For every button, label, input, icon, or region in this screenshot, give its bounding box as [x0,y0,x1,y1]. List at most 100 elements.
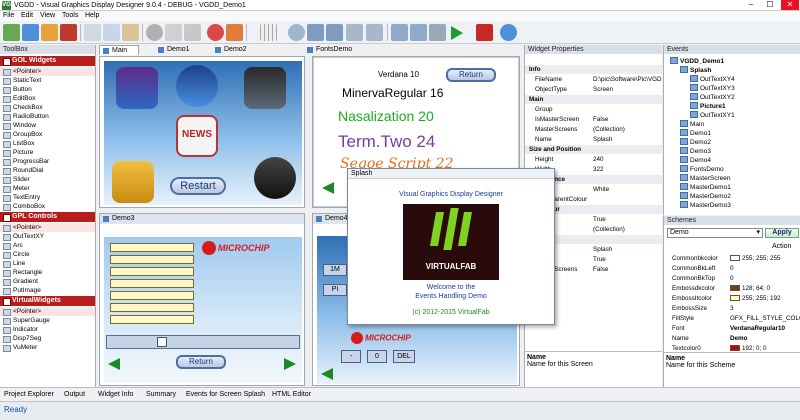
property-row[interactable]: Group [525,105,662,114]
scheme-property-value[interactable]: 0 [730,264,800,273]
tab-fontsdemo[interactable]: FontsDemo [304,45,364,55]
property-value[interactable]: (Collection) [593,225,662,234]
scheme-row[interactable]: Font VerdanaRegular10 [664,324,800,333]
property-value[interactable]: True [593,215,662,224]
scheme-row[interactable]: Commonbkcolor 255; 255; 255 [664,254,800,263]
keypad-del-button[interactable]: DEL [393,350,415,363]
toolbox-item[interactable]: Button [0,85,95,94]
scheme-select[interactable]: Demo ▾ [667,228,763,238]
align-right-icon[interactable] [366,24,383,41]
games-app-icon[interactable] [116,67,158,109]
scheme-property-value[interactable]: 255; 255; 255 [730,254,800,263]
grid-icon[interactable] [260,24,277,41]
toolbox-item[interactable]: Line [0,259,95,268]
menu-file[interactable]: File [3,11,14,21]
maximize-icon[interactable]: ☐ [761,0,779,10]
toolbox-group-header[interactable]: GOL Widgets [0,56,95,66]
tree-node[interactable]: VGDD_Demo1 [670,57,724,66]
toolbox-item[interactable]: ComboBox [0,202,95,211]
toolbox-item[interactable]: <Pointer> [0,223,95,232]
property-value[interactable]: (Collection) [593,125,662,134]
demo3-editbox[interactable] [110,243,194,252]
scheme-row[interactable]: Name Demo [664,334,800,343]
scheme-property-value[interactable]: VerdanaRegular10 [730,324,800,333]
toolbox-item[interactable]: Arc [0,241,95,250]
toolbox-item[interactable]: TextEntry [0,193,95,202]
tree-node[interactable]: OutTextXY4 [690,75,735,84]
demo3-editbox[interactable] [110,267,194,276]
tree-node[interactable]: OutTextXY1 [690,111,735,120]
back-arrow-icon[interactable] [321,368,333,380]
tree-node[interactable]: MasterDemo3 [680,201,731,210]
scheme-property-value[interactable]: 255; 255; 192 [730,294,800,303]
close-icon[interactable]: ✕ [781,0,799,10]
move-icon[interactable] [410,24,427,41]
tree-node[interactable]: Demo2 [680,138,711,147]
menu-tools[interactable]: Tools [62,11,78,21]
toolbox-item[interactable]: Rectangle [0,268,95,277]
toolbox-item[interactable]: PutImage [0,286,95,295]
property-row[interactable]: ObjectType Screen [525,85,662,94]
open-icon[interactable] [22,24,39,41]
scheme-property-value[interactable]: 3 [730,304,800,313]
property-value[interactable]: D:\pic\Software\Pic\VGDD [593,75,662,84]
fonts-return-button[interactable]: Return [446,68,496,82]
zoom-icon[interactable] [288,24,305,41]
toolbox-item[interactable]: <Pointer> [0,67,95,76]
apply-button[interactable]: Apply [765,228,799,238]
redo-icon[interactable] [207,24,224,41]
slider-thumb[interactable] [157,337,167,347]
menu-help[interactable]: Help [85,11,99,21]
property-value[interactable]: Splash [593,245,662,254]
tab-main[interactable]: Main [99,45,139,55]
toolbox-item[interactable]: SuperGauge [0,316,95,325]
tree-node[interactable]: Picture1 [690,102,726,111]
toolbox-item[interactable]: GroupBox [0,130,95,139]
stop-icon[interactable] [476,24,493,41]
tab-widget-info[interactable]: Widget Info [98,388,133,401]
restart-button[interactable]: Restart [170,177,226,195]
back-arrow-icon[interactable] [322,182,334,194]
property-value[interactable]: White [593,185,662,194]
toolbox-item[interactable]: Meter [0,184,95,193]
toolbox-item[interactable]: StaticText [0,76,95,85]
save-all-icon[interactable] [60,24,77,41]
tree-node[interactable]: Main [680,120,704,129]
demo3-return-button[interactable]: Return [176,355,226,369]
property-row[interactable]: IsMasterScreen False [525,115,662,124]
demo3-editbox[interactable] [110,279,194,288]
undo-icon[interactable] [165,24,182,41]
tree-node[interactable]: MasterDemo1 [680,183,731,192]
folder-app-icon[interactable] [112,161,154,203]
align-top-icon[interactable] [391,24,408,41]
toolbox-item[interactable]: Picture [0,148,95,157]
toolbox-item[interactable]: VuMeter [0,343,95,352]
toolbox-item[interactable]: Disp7Seg [0,334,95,343]
menu-view[interactable]: View [40,11,55,21]
scheme-property-value[interactable]: 0 [730,274,800,283]
toolbox-item[interactable]: Indicator [0,325,95,334]
phone-dial-app-icon[interactable] [254,157,296,199]
tab-summary[interactable]: Summary [146,388,176,401]
property-row[interactable]: Name Splash [525,135,662,144]
toolbox-item[interactable]: Slider [0,175,95,184]
menu-edit[interactable]: Edit [21,11,33,21]
scheme-row[interactable]: FillStyle GFX_FILL_STYLE_COLO [664,314,800,323]
toolbox-item[interactable]: EditBox [0,94,95,103]
toolbox-item[interactable]: OutTextXY [0,232,95,241]
demo4-1m-button[interactable]: 1M [323,264,347,276]
scheme-row[interactable]: Embossdkcolor 128; 64; 0 [664,284,800,293]
property-value[interactable]: False [593,265,662,274]
splash-dialog[interactable]: Splash Visual Graphics Display Designer … [347,168,555,325]
tab-output[interactable]: Output [64,388,85,401]
align-left-icon[interactable] [346,24,363,41]
demo3-slider[interactable] [106,335,300,349]
property-value[interactable]: Splash [593,135,662,144]
tree-node[interactable]: MasterDemo2 [680,192,731,201]
scheme-row[interactable]: CommonBkLeft 0 [664,264,800,273]
info-icon[interactable] [500,24,517,41]
scheme-property-value[interactable]: GFX_FILL_STYLE_COLO [730,314,800,323]
toolbox-item[interactable]: Circle [0,250,95,259]
tab-project-explorer[interactable]: Project Explorer [4,388,54,401]
minimize-icon[interactable]: – [742,0,760,10]
